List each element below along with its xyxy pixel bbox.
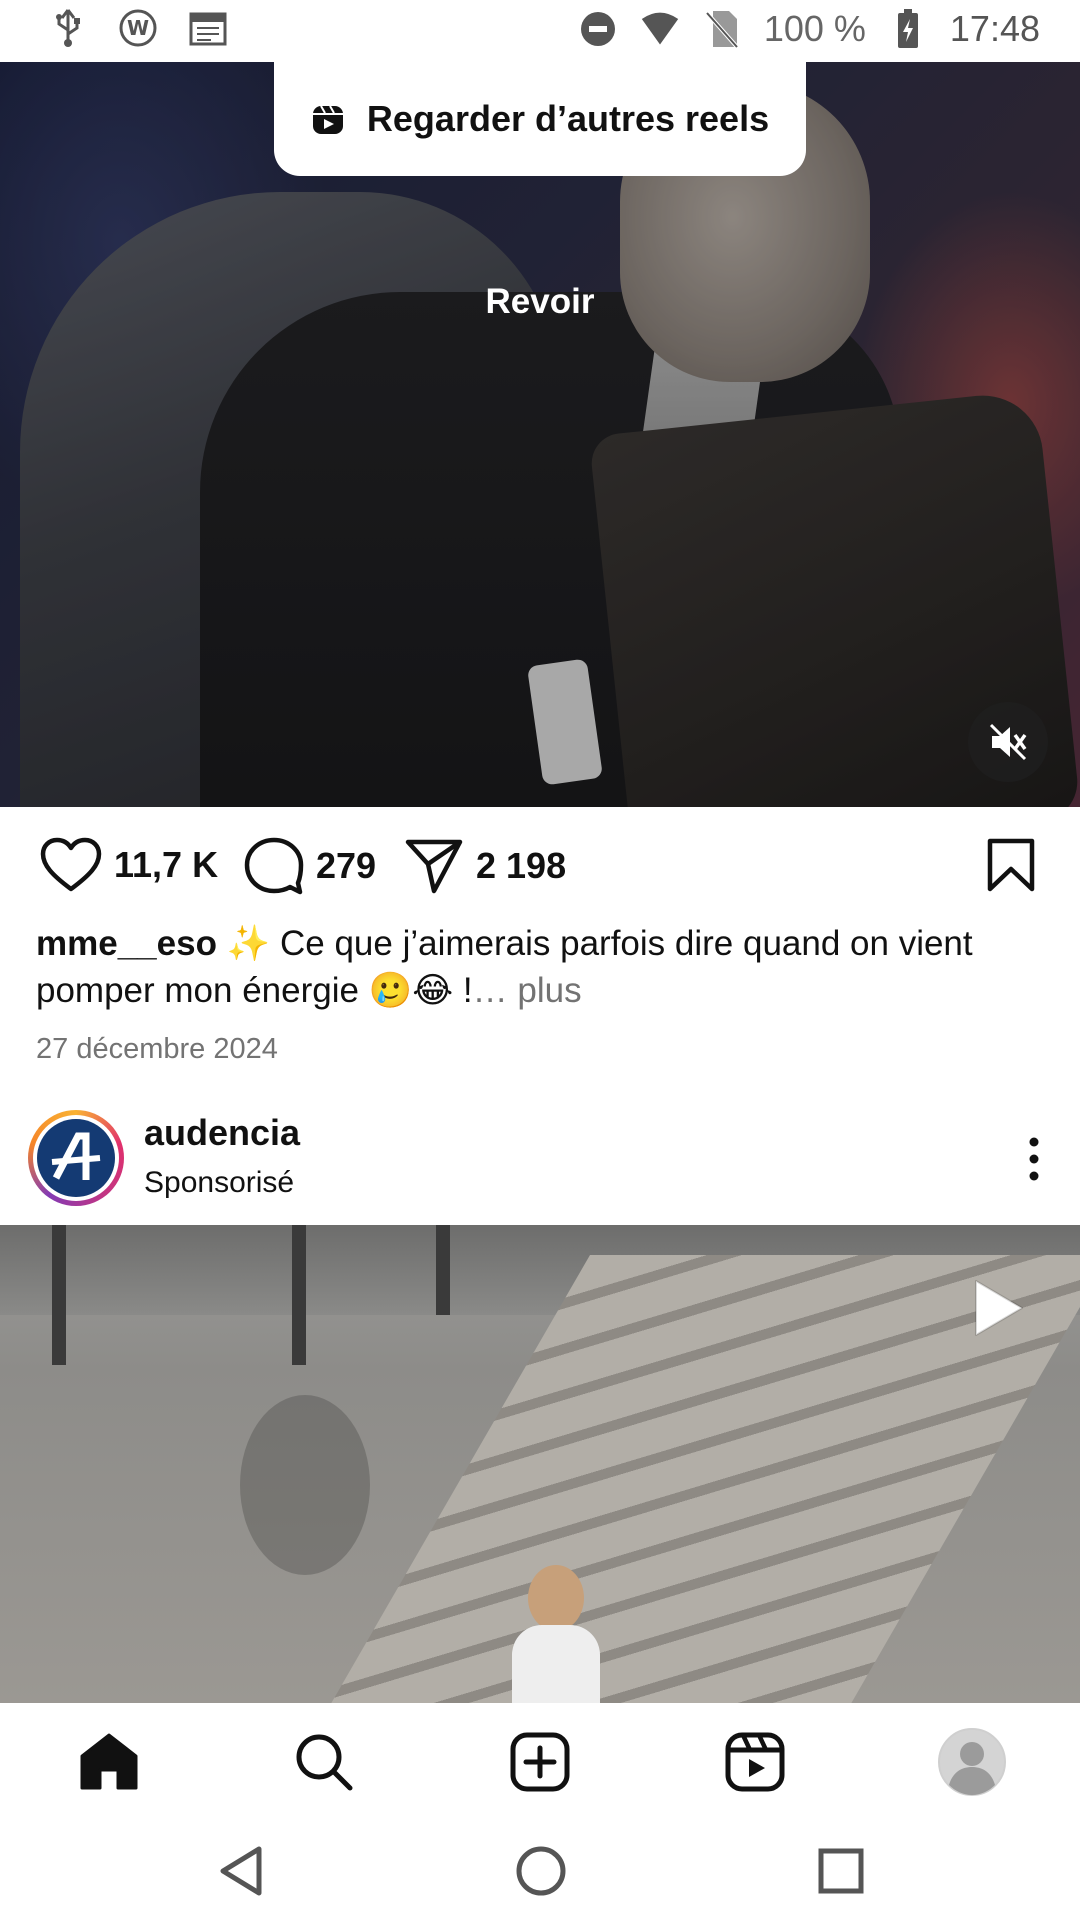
comment-count: 279 <box>316 845 377 886</box>
post-options-button[interactable] <box>1024 1136 1044 1187</box>
play-icon[interactable] <box>972 1277 1026 1344</box>
share-button[interactable]: 2 198 <box>404 837 566 895</box>
caption-sparkle: ✨ <box>226 924 271 963</box>
caption-more-link[interactable]: … plus <box>473 971 582 1010</box>
nav-home[interactable] <box>74 1727 144 1797</box>
caption-username[interactable]: mme__eso <box>36 924 217 963</box>
nav-profile[interactable] <box>937 1727 1007 1797</box>
avatar[interactable] <box>28 1110 124 1206</box>
post-caption: mme__eso ✨ Ce que j’aimerais parfois dir… <box>36 920 1036 1014</box>
caption-emojis: 🥲😂 <box>368 971 454 1010</box>
mute-toggle-button[interactable] <box>968 702 1048 782</box>
status-left-icons: W <box>48 8 228 48</box>
save-button[interactable] <box>986 837 1036 898</box>
home-icon <box>80 1733 138 1790</box>
more-vertical-icon <box>1029 1137 1039 1181</box>
status-bar: W 100 % 17:48 <box>0 0 1080 62</box>
profile-icon <box>938 1728 1006 1796</box>
wordpress-icon: W <box>118 8 158 48</box>
comment-icon <box>244 837 304 895</box>
muted-speaker-icon <box>989 723 1027 761</box>
no-sim-icon <box>702 9 742 49</box>
nav-search[interactable] <box>289 1727 359 1797</box>
watch-more-reels-label: Regarder d’autres reels <box>366 98 770 139</box>
send-icon <box>405 839 463 894</box>
ad-pillar <box>292 1225 306 1365</box>
system-recents-button[interactable] <box>806 1836 876 1906</box>
sponsored-video[interactable] <box>0 1225 1080 1703</box>
wifi-icon <box>640 9 680 49</box>
svg-text:W: W <box>127 16 149 40</box>
post-date: 27 décembre 2024 <box>36 1033 278 1065</box>
clock: 17:48 <box>949 8 1040 49</box>
status-right-icons: 100 % 17:48 <box>578 8 1040 50</box>
sponsored-post-header: audencia Sponsorisé <box>0 1100 1080 1225</box>
nav-reels[interactable] <box>720 1727 790 1797</box>
comment-button[interactable]: 279 <box>244 837 376 895</box>
heart-icon <box>40 837 102 892</box>
audencia-logo-icon <box>37 1119 115 1197</box>
ad-ground-stain <box>240 1395 370 1575</box>
battery-percent: 100 % <box>763 8 866 49</box>
system-home-button[interactable] <box>506 1836 576 1906</box>
battery-charging-icon <box>888 9 928 49</box>
usb-icon <box>48 8 88 48</box>
ad-pillar <box>52 1225 66 1365</box>
home-circle-icon <box>516 1846 566 1896</box>
caption-tail: ! <box>453 971 473 1010</box>
system-navigation-bar <box>0 1816 1080 1920</box>
ad-child-body <box>512 1625 600 1703</box>
bookmark-icon <box>987 838 1035 892</box>
nav-create[interactable] <box>505 1727 575 1797</box>
sponsored-username[interactable]: audencia <box>144 1112 300 1154</box>
avatar-inner <box>33 1115 119 1201</box>
search-icon <box>296 1734 353 1791</box>
do-not-disturb-icon <box>578 9 618 49</box>
like-count: 11,7 K <box>114 844 219 885</box>
post-action-bar: 11,7 K 279 2 198 <box>0 807 1080 927</box>
instagram-feed-screen: W 100 % 17:48 Revoir Regarder d’autres r… <box>0 0 1080 1920</box>
create-icon <box>510 1732 570 1792</box>
ad-child-head <box>528 1565 584 1631</box>
recents-square-icon <box>818 1848 864 1894</box>
like-button[interactable]: 11,7 K <box>40 837 218 893</box>
share-count: 2 198 <box>476 845 567 886</box>
ad-pillar <box>436 1225 450 1315</box>
back-triangle-icon <box>220 1846 262 1896</box>
reels-icon <box>312 105 343 134</box>
system-back-button[interactable] <box>206 1836 276 1906</box>
reels-icon <box>725 1732 785 1792</box>
replay-button[interactable]: Revoir <box>0 282 1080 322</box>
sponsored-label: Sponsorisé <box>144 1166 295 1199</box>
calendar-icon <box>188 8 228 48</box>
bottom-navigation <box>0 1703 1080 1816</box>
ad-stairs <box>312 1255 1080 1703</box>
watch-more-reels-button[interactable]: Regarder d’autres reels <box>274 62 806 176</box>
